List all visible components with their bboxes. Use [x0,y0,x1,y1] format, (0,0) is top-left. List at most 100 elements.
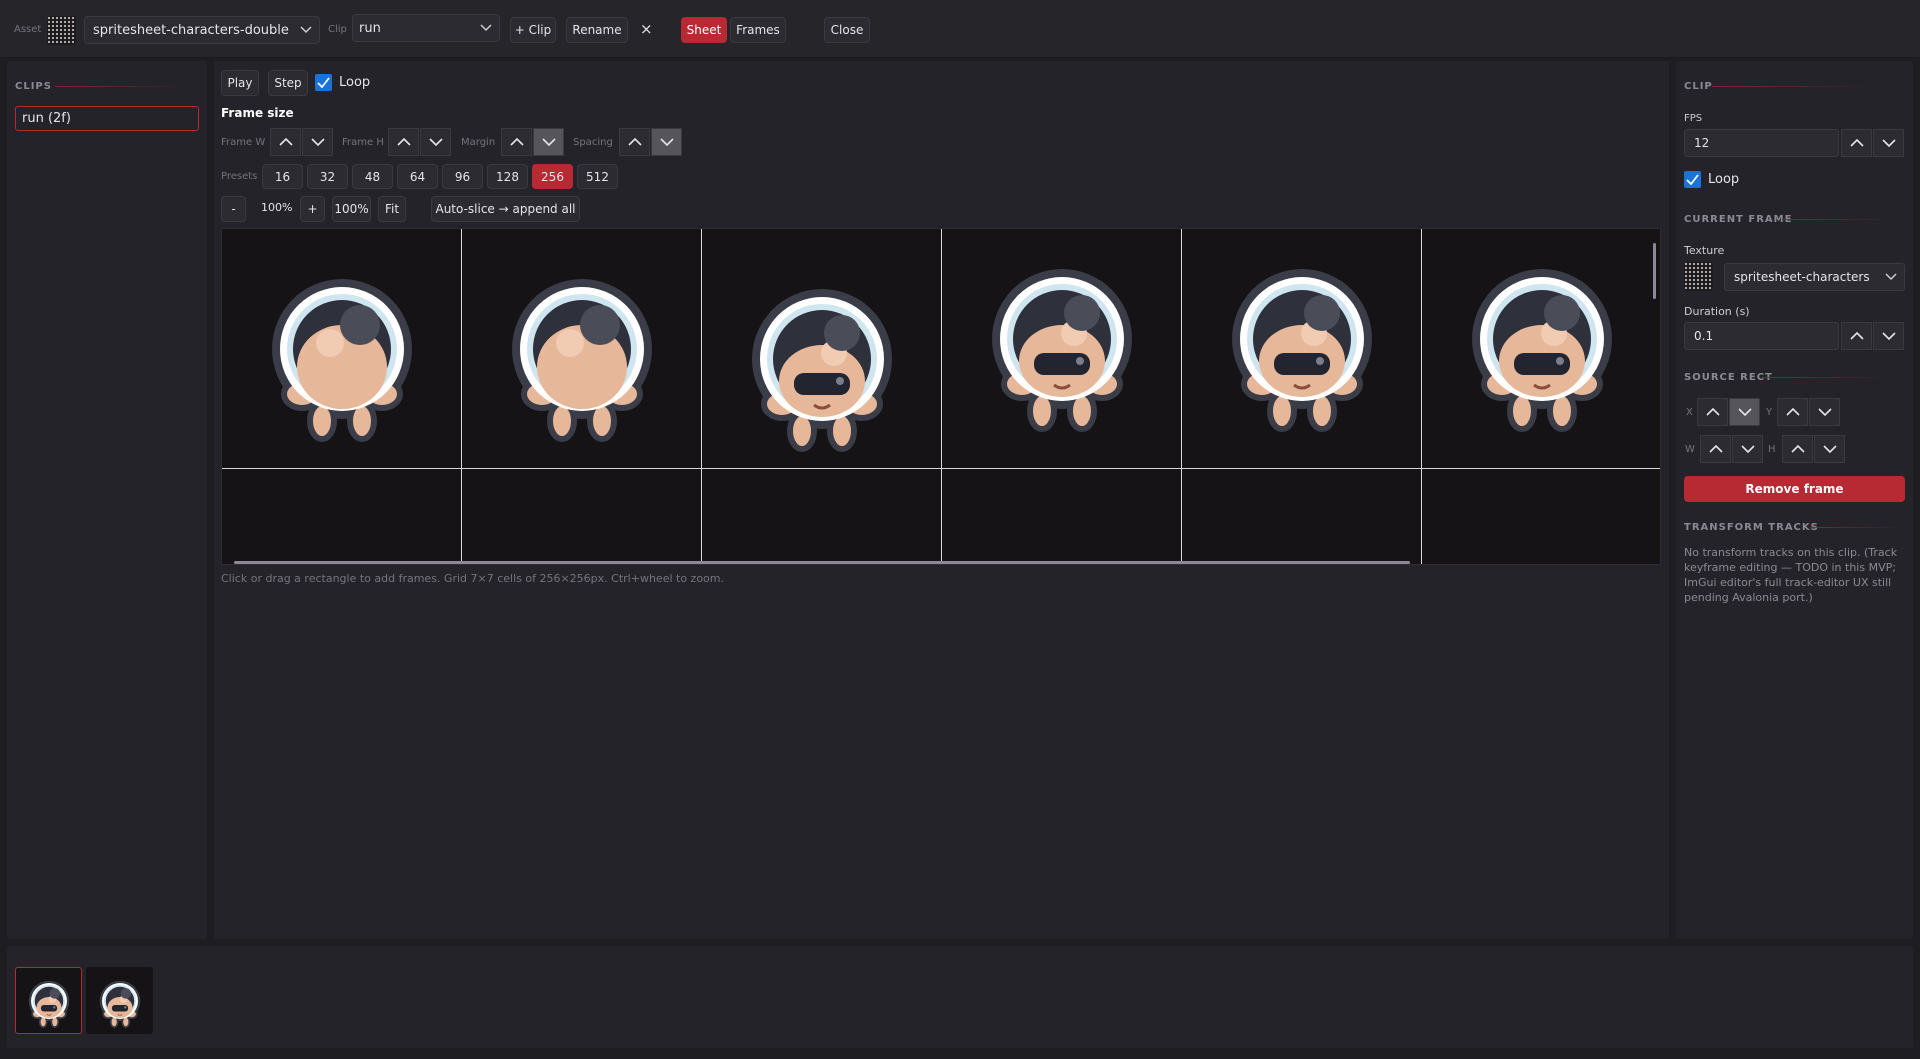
sheet-cell[interactable] [462,229,702,469]
clip-list-item[interactable]: run (2f) [15,106,199,131]
chevron-down-icon [1740,445,1755,453]
preset-96-button[interactable]: 96 [442,164,483,189]
chevron-down-icon [659,138,674,146]
fps-decrement[interactable] [1873,129,1904,157]
fps-increment[interactable] [1841,129,1872,157]
source-x-increment[interactable] [1697,398,1728,426]
clip-dropdown[interactable]: run [352,14,500,42]
chevron-down-icon [480,24,492,32]
remove-frame-button[interactable]: Remove frame [1684,476,1905,502]
transform-tracks-section-title: TRANSFORM TRACKS [1684,522,1819,533]
chevron-up-icon [1785,408,1800,416]
close-button[interactable]: Close [824,17,870,43]
sheet-cell[interactable] [702,469,942,565]
margin-decrement[interactable] [533,128,564,156]
astronaut-sprite [1182,229,1422,469]
astronaut-sprite [462,469,702,565]
clip-loop-label: Loop [1708,172,1740,187]
sheet-cell[interactable] [1182,229,1422,469]
sheet-cell[interactable] [942,469,1182,564]
add-clip-button[interactable]: + Clip [510,17,556,43]
source-h-decrement[interactable] [1814,435,1845,463]
sheet-cell[interactable] [222,229,462,469]
frame-thumbnail-selected[interactable] [15,967,82,1034]
preset-256-button[interactable]: 256 [532,164,573,189]
clips-section-title: CLIPS [15,81,52,92]
astronaut-sprite [1422,469,1661,565]
preset-16-button[interactable]: 16 [262,164,303,189]
vertical-scrollbar[interactable] [1653,243,1656,299]
section-divider [1782,219,1892,220]
zoom-reset-button[interactable]: 100% [332,196,371,222]
source-h-increment[interactable] [1782,435,1813,463]
step-button[interactable]: Step [268,70,308,96]
tab-sheet[interactable]: Sheet [681,17,727,43]
sheet-cell[interactable] [1182,469,1422,565]
duration-increment[interactable] [1841,322,1872,350]
transform-tracks-description: No transform tracks on this clip. (Track… [1684,546,1898,604]
frame-h-label: Frame H [342,137,384,148]
frame-h-increment[interactable] [388,128,419,156]
source-y-increment[interactable] [1777,398,1808,426]
play-button[interactable]: Play [221,70,259,96]
margin-increment[interactable] [501,128,532,156]
asset-dropdown-value: spritesheet-characters-double [93,22,289,38]
sheet-cell[interactable] [1422,469,1661,565]
texture-label: Texture [1684,244,1725,257]
rename-button[interactable]: Rename [566,17,628,43]
frame-w-decrement[interactable] [302,128,333,156]
frame-h-decrement[interactable] [420,128,451,156]
preset-128-button[interactable]: 128 [487,164,528,189]
sprite-sheet-canvas[interactable] [221,228,1661,565]
chevron-up-icon [627,138,642,146]
current-frame-section-title: CURRENT FRAME [1684,214,1793,225]
source-x-label: X [1686,407,1693,418]
chevron-up-icon [1849,139,1864,147]
duration-input[interactable]: 0.1 [1684,322,1839,350]
preset-512-button[interactable]: 512 [577,164,618,189]
chevron-down-icon [1881,139,1896,147]
asset-dropdown[interactable]: spritesheet-characters-double [84,16,320,44]
texture-dropdown[interactable]: spritesheet-characters [1724,263,1905,291]
duration-decrement[interactable] [1873,322,1904,350]
chevron-up-icon [1705,408,1720,416]
frame-w-increment[interactable] [270,128,301,156]
spacing-decrement[interactable] [651,128,682,156]
loop-checkbox[interactable] [315,74,332,91]
section-divider [1810,527,1905,528]
tab-frames[interactable]: Frames [730,17,786,43]
astronaut-sprite [222,229,462,469]
source-w-increment[interactable] [1700,435,1731,463]
source-x-decrement[interactable] [1729,398,1760,426]
preset-64-button[interactable]: 64 [397,164,438,189]
sheet-cell[interactable] [942,229,1182,469]
preset-48-button[interactable]: 48 [352,164,393,189]
chevron-down-icon [1737,408,1752,416]
fps-input[interactable]: 12 [1684,129,1839,157]
sheet-cell[interactable] [1422,229,1661,469]
frame-w-label: Frame W [221,137,266,148]
astronaut-sprite [1182,469,1422,565]
astronaut-sprite [1422,229,1661,469]
preset-32-button[interactable]: 32 [307,164,348,189]
delete-clip-button[interactable]: × [640,20,653,38]
horizontal-scrollbar[interactable] [234,561,1410,564]
zoom-in-button[interactable]: + [300,196,325,222]
frame-thumbnail[interactable] [86,967,153,1034]
section-divider [55,86,190,87]
astronaut-sprite [702,469,942,565]
clip-label: Clip [328,24,347,35]
zoom-out-button[interactable]: - [221,196,246,222]
spacing-increment[interactable] [619,128,650,156]
source-y-decrement[interactable] [1809,398,1840,426]
source-w-decrement[interactable] [1732,435,1763,463]
astronaut-sprite [702,229,942,469]
source-y-label: Y [1766,407,1773,418]
zoom-value: 100% [261,201,293,214]
sheet-cell[interactable] [702,229,942,469]
sheet-cell[interactable] [222,469,462,564]
clip-loop-checkbox[interactable] [1684,171,1701,188]
auto-slice-button[interactable]: Auto-slice → append all [431,196,580,222]
zoom-fit-button[interactable]: Fit [378,196,406,222]
sheet-cell[interactable] [462,469,702,565]
